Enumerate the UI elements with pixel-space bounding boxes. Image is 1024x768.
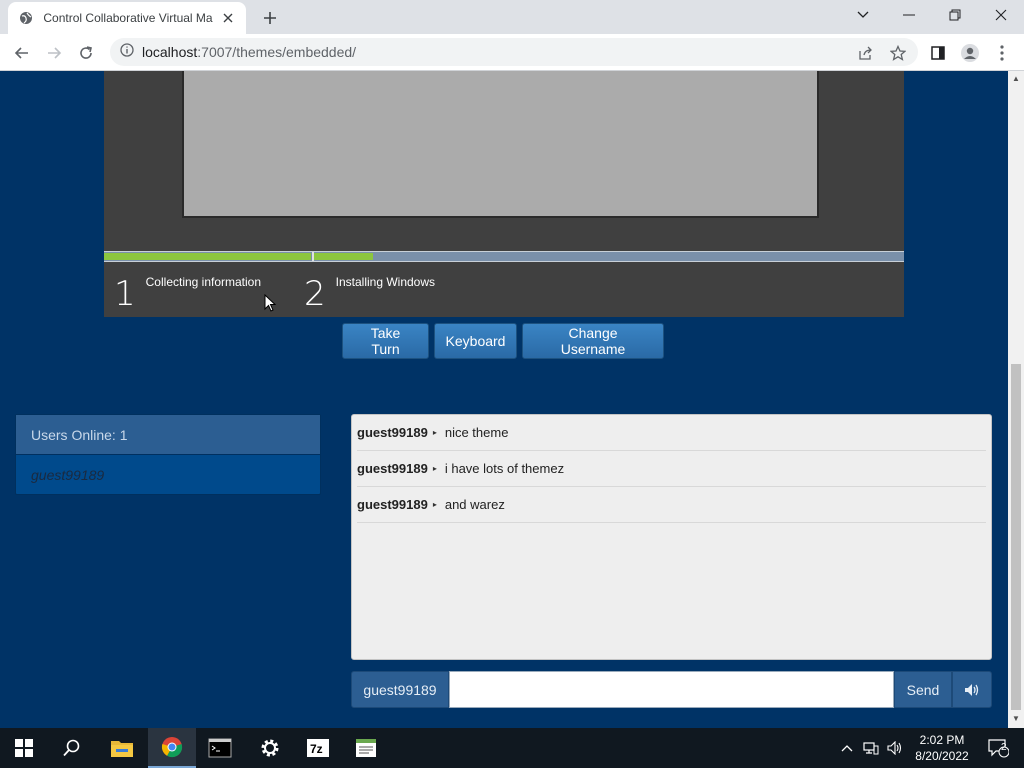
chrome-icon[interactable] bbox=[148, 728, 196, 768]
minimize-icon[interactable] bbox=[886, 0, 932, 30]
chat-username[interactable]: guest99189 bbox=[357, 425, 428, 440]
chat-text: nice theme bbox=[444, 425, 509, 440]
file-explorer-icon[interactable] bbox=[98, 728, 146, 768]
setup-step-2: 2 Installing Windows bbox=[304, 267, 435, 311]
page-content: 1 Collecting information 2 Installing Wi… bbox=[0, 71, 1008, 728]
tab-title: Control Collaborative Virtual Ma bbox=[43, 11, 213, 25]
svg-text:7z: 7z bbox=[310, 742, 323, 756]
browser-toolbar: localhost:7007/themes/embedded/ bbox=[0, 34, 1024, 71]
chat-username[interactable]: guest99189 bbox=[357, 497, 428, 512]
keyboard-button[interactable]: Keyboard bbox=[434, 323, 517, 359]
chat-text: i have lots of themez bbox=[444, 461, 565, 476]
step2-progress-fill bbox=[314, 253, 373, 260]
step2-label: Installing Windows bbox=[335, 275, 436, 289]
close-tab-icon[interactable] bbox=[221, 10, 236, 26]
scroll-down-icon[interactable]: ▼ bbox=[1011, 714, 1021, 724]
chat-message-input[interactable] bbox=[449, 671, 894, 708]
mouse-cursor-icon bbox=[264, 293, 277, 317]
chat-username-chip[interactable]: guest99189 bbox=[351, 671, 449, 708]
restore-icon[interactable] bbox=[932, 0, 978, 30]
clock-date: 8/20/2022 bbox=[915, 749, 969, 763]
setup-progress-bar bbox=[104, 251, 904, 262]
caret-right-icon: ▸ bbox=[432, 500, 437, 509]
settings-gear-icon[interactable] bbox=[246, 728, 294, 768]
take-turn-button[interactable]: Take Turn bbox=[342, 323, 429, 359]
chat-message: guest99189 ▸ and warez bbox=[357, 487, 986, 523]
close-window-icon[interactable] bbox=[978, 0, 1024, 30]
step1-label: Collecting information bbox=[145, 275, 262, 289]
speaker-icon[interactable] bbox=[952, 671, 992, 708]
step2-number: 2 bbox=[304, 274, 326, 314]
side-panel-icon[interactable] bbox=[924, 39, 952, 67]
tab-search-icon[interactable] bbox=[840, 0, 886, 30]
chat-text: and warez bbox=[444, 497, 505, 512]
chat-messages[interactable]: guest99189 ▸ nice theme guest99189 ▸ i h… bbox=[351, 414, 992, 660]
vm-display[interactable]: 1 Collecting information 2 Installing Wi… bbox=[104, 71, 904, 317]
chat-message: guest99189 ▸ i have lots of themez bbox=[357, 451, 986, 487]
url-text: localhost:7007/themes/embedded/ bbox=[142, 44, 357, 60]
caret-right-icon: ▸ bbox=[432, 464, 437, 473]
user-list-item[interactable]: guest99189 bbox=[16, 455, 320, 495]
step1-number: 1 bbox=[114, 274, 136, 314]
step1-progress-fill bbox=[104, 253, 311, 260]
notepad-icon[interactable] bbox=[342, 728, 390, 768]
terminal-icon[interactable] bbox=[196, 728, 244, 768]
back-arrow-icon[interactable] bbox=[8, 39, 36, 67]
windows-taskbar: 7z 2:02 PM 8/20/2022 2 bbox=[0, 728, 1024, 768]
notification-count: 2 bbox=[1001, 742, 1007, 753]
reload-icon[interactable] bbox=[72, 39, 100, 67]
network-icon[interactable] bbox=[860, 728, 882, 768]
address-bar[interactable]: localhost:7007/themes/embedded/ bbox=[110, 38, 918, 66]
chat-input-row: guest99189 Send bbox=[351, 671, 992, 708]
share-icon[interactable] bbox=[852, 39, 880, 67]
7zip-icon[interactable]: 7z bbox=[294, 728, 342, 768]
new-tab-button[interactable] bbox=[258, 6, 282, 30]
bookmark-star-icon[interactable] bbox=[884, 39, 912, 67]
taskbar-clock[interactable]: 2:02 PM 8/20/2022 bbox=[912, 732, 972, 764]
windows-start-icon[interactable] bbox=[0, 728, 48, 768]
change-username-button[interactable]: Change Username bbox=[522, 323, 664, 359]
browser-tab[interactable]: Control Collaborative Virtual Ma bbox=[8, 2, 246, 34]
chat-message: guest99189 ▸ nice theme bbox=[357, 415, 986, 451]
chevron-up-icon[interactable] bbox=[838, 728, 856, 768]
globe-icon bbox=[18, 10, 33, 26]
profile-avatar-icon[interactable] bbox=[956, 39, 984, 67]
clock-time: 2:02 PM bbox=[919, 733, 965, 747]
scrollbar-thumb[interactable] bbox=[1011, 364, 1021, 710]
forward-arrow-icon[interactable] bbox=[40, 39, 68, 67]
notifications-icon[interactable]: 2 bbox=[980, 728, 1016, 768]
chat-username[interactable]: guest99189 bbox=[357, 461, 428, 476]
search-icon[interactable] bbox=[48, 728, 96, 768]
scroll-up-icon[interactable]: ▲ bbox=[1011, 74, 1021, 84]
users-online-header: Users Online: 1 bbox=[16, 415, 320, 455]
info-icon[interactable] bbox=[120, 42, 134, 62]
menu-kebab-icon[interactable] bbox=[988, 39, 1016, 67]
vm-setup-window[interactable] bbox=[182, 71, 819, 218]
vm-controls: Take Turn Keyboard Change Username bbox=[342, 323, 664, 359]
browser-tab-strip: Control Collaborative Virtual Ma bbox=[0, 0, 1024, 34]
send-button[interactable]: Send bbox=[894, 671, 952, 708]
users-online-panel: Users Online: 1 guest99189 bbox=[15, 414, 321, 495]
caret-right-icon: ▸ bbox=[432, 428, 437, 437]
setup-step-1: 1 Collecting information bbox=[114, 267, 261, 311]
page-scrollbar[interactable]: ▲ ▼ bbox=[1008, 71, 1024, 728]
volume-icon[interactable] bbox=[884, 728, 906, 768]
